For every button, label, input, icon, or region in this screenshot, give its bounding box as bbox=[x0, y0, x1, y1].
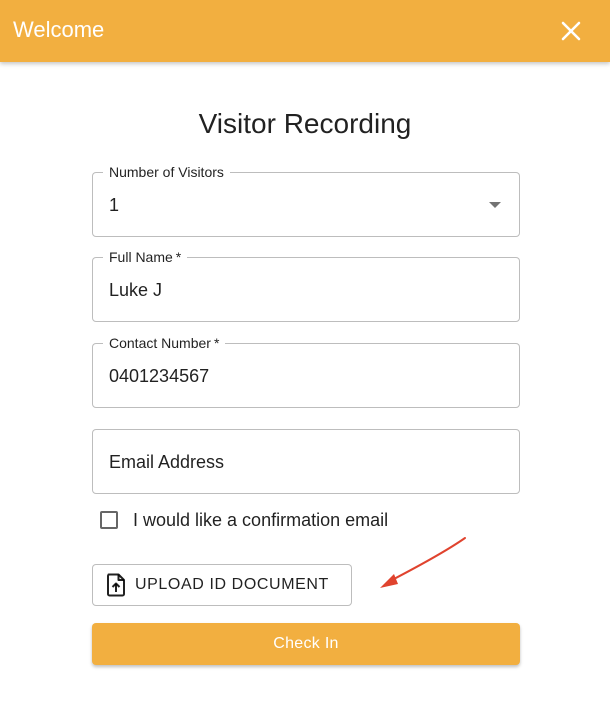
upload-id-document-label: UPLOAD ID DOCUMENT bbox=[135, 576, 329, 593]
upload-id-document-button[interactable]: UPLOAD ID DOCUMENT bbox=[92, 564, 352, 606]
dropdown-arrow-icon[interactable] bbox=[489, 202, 501, 208]
number-of-visitors-label: Number of Visitors bbox=[103, 164, 230, 180]
check-in-button[interactable]: Check In bbox=[92, 623, 520, 665]
confirmation-email-checkbox[interactable] bbox=[100, 511, 118, 529]
number-of-visitors-select[interactable]: Number of Visitors 1 bbox=[92, 164, 520, 237]
app-bar: Welcome bbox=[0, 0, 610, 62]
close-icon bbox=[561, 21, 581, 41]
annotation-arrow-icon bbox=[380, 537, 466, 588]
email-address-placeholder: Email Address bbox=[109, 452, 225, 472]
email-address-field[interactable]: Email Address bbox=[92, 429, 520, 494]
close-button[interactable] bbox=[553, 13, 589, 49]
file-upload-icon bbox=[106, 573, 126, 597]
required-marker: * bbox=[213, 335, 220, 351]
full-name-label: Full Name * bbox=[103, 249, 188, 265]
required-marker: * bbox=[175, 249, 182, 265]
confirmation-email-label: I would like a confirmation email bbox=[133, 510, 389, 530]
full-name-field[interactable]: Full Name * Luke J bbox=[92, 249, 520, 322]
full-name-value: Luke J bbox=[109, 280, 163, 300]
form-title: Visitor Recording bbox=[198, 108, 412, 139]
contact-number-field[interactable]: Contact Number * 0401234567 bbox=[92, 335, 520, 408]
number-of-visitors-value: 1 bbox=[109, 195, 120, 215]
confirmation-email-option[interactable]: I would like a confirmation email bbox=[98, 506, 388, 534]
check-in-label: Check In bbox=[273, 635, 339, 652]
contact-number-label: Contact Number * bbox=[103, 335, 226, 351]
dialog-title: Welcome bbox=[13, 17, 105, 42]
contact-number-value: 0401234567 bbox=[109, 366, 210, 386]
